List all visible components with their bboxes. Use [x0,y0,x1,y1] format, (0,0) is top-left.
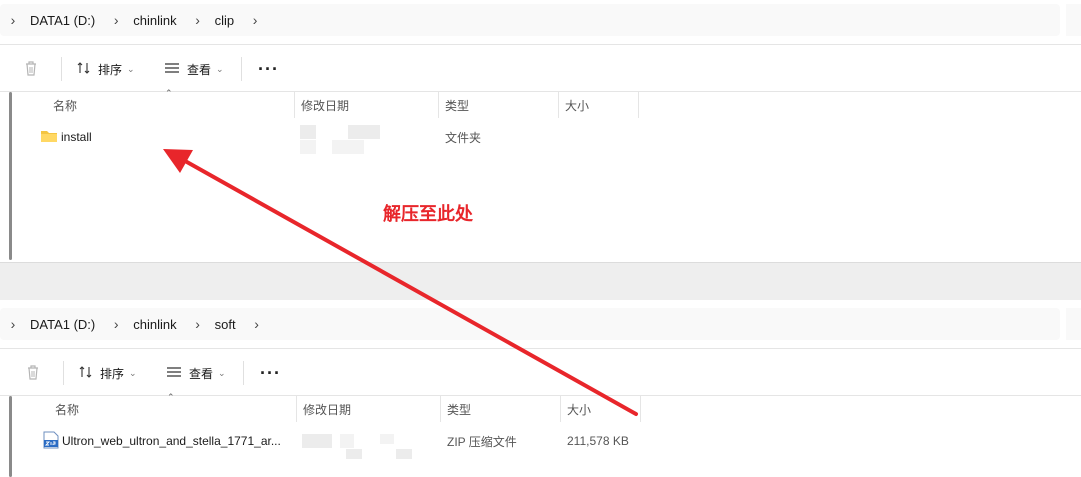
breadcrumb-item[interactable]: DATA1 (D:) [22,317,107,332]
chevron-right-icon[interactable]: › [189,316,207,332]
blurred-date [340,434,354,448]
more-icon: ··· [260,362,281,383]
column-header-size[interactable]: 大小 [567,396,637,422]
annotation-label: 解压至此处 [383,204,473,225]
column-label: 名称 [55,402,80,417]
file-name: install [61,130,92,144]
column-header-name[interactable]: 名称 [53,92,293,118]
column-header-modified[interactable]: 修改日期 [303,396,438,422]
chevron-right-icon[interactable]: › [246,12,264,28]
nav-pane-scrollbar[interactable] [9,92,12,260]
trash-icon [22,59,40,80]
column-header-type[interactable]: 类型 [445,92,555,118]
search-box-edge[interactable] [1066,308,1081,340]
column-divider[interactable] [560,396,561,422]
view-label: 查看 [187,62,212,77]
chevron-down-icon: ⌄ [127,63,135,74]
delete-button[interactable] [22,54,40,84]
view-list-icon [166,364,182,383]
sort-label: 排序 [98,62,123,77]
column-header-size[interactable]: 大小 [565,92,635,118]
breadcrumb-item[interactable]: clip [207,13,247,28]
column-header-modified[interactable]: 修改日期 [301,92,436,118]
divider [0,44,1081,45]
column-header-name[interactable]: 名称 [55,396,295,422]
file-type: 文件夹 [445,130,482,145]
blurred-date [300,140,316,154]
breadcrumb-item[interactable]: DATA1 (D:) [22,13,107,28]
chevron-right-icon[interactable]: › [248,316,266,332]
column-label: 类型 [447,402,472,417]
blurred-date [346,449,362,459]
chevron-right-icon[interactable]: › [4,316,22,332]
column-divider[interactable] [440,396,441,422]
search-box-edge[interactable] [1066,4,1081,36]
view-button[interactable]: 查看 ⌄ [164,54,224,84]
top-explorer-window: › DATA1 (D:) › chinlink › clip › 排序 ⌄ 查看… [0,0,1081,262]
chevron-down-icon: ⌄ [129,367,137,378]
column-label: 大小 [565,98,590,113]
column-divider[interactable] [438,92,439,118]
bottom-explorer-window: › DATA1 (D:) › chinlink › soft › 排序 ⌄ 查看… [0,300,1081,477]
column-label: 大小 [567,402,592,417]
file-type: ZIP 压缩文件 [447,434,517,449]
divider [241,57,242,81]
column-label: 类型 [445,98,470,113]
column-header-type[interactable]: 类型 [447,396,557,422]
sort-button[interactable]: 排序 ⌄ [76,54,135,84]
breadcrumb-item[interactable]: chinlink [125,317,188,332]
chevron-right-icon[interactable]: › [189,12,207,28]
blurred-date [380,434,394,444]
top-breadcrumb: › DATA1 (D:) › chinlink › clip › [0,4,264,36]
view-label: 查看 [189,366,214,381]
top-address-bar[interactable]: › DATA1 (D:) › chinlink › clip › [0,4,1081,36]
chevron-right-icon[interactable]: › [107,316,125,332]
file-name: Ultron_web_ultron_and_stella_1771_ar... [62,434,281,448]
bottom-command-bar: 排序 ⌄ 查看 ⌄ ··· [0,351,1081,395]
blurred-date [302,434,332,448]
divider [61,57,62,81]
sort-icon [76,60,92,79]
breadcrumb-item[interactable]: soft [207,317,248,332]
divider [243,361,244,385]
blurred-date [396,449,412,459]
delete-button[interactable] [24,358,42,388]
breadcrumb-item[interactable]: chinlink [125,13,188,28]
nav-pane-scrollbar[interactable] [9,396,12,477]
trash-icon [24,363,42,384]
column-label: 修改日期 [301,98,350,113]
bottom-address-bar[interactable]: › DATA1 (D:) › chinlink › soft › [0,308,1081,340]
divider [63,361,64,385]
chevron-right-icon[interactable]: › [107,12,125,28]
column-divider[interactable] [640,396,641,422]
blurred-date [332,140,364,154]
chevron-down-icon: ⌄ [216,63,224,74]
folder-icon [40,128,58,147]
sort-button[interactable]: 排序 ⌄ [78,358,137,388]
more-options-button[interactable]: ··· [258,54,279,84]
bottom-breadcrumb: › DATA1 (D:) › chinlink › soft › [0,308,266,340]
more-icon: ··· [258,58,279,79]
chevron-down-icon: ⌄ [218,367,226,378]
column-divider[interactable] [558,92,559,118]
top-command-bar: 排序 ⌄ 查看 ⌄ ··· [0,47,1081,91]
column-divider[interactable] [638,92,639,118]
column-label: 修改日期 [303,402,352,417]
sort-icon [78,364,94,383]
more-options-button[interactable]: ··· [260,358,281,388]
column-label: 名称 [53,98,78,113]
file-size: 211,578 KB [567,434,629,448]
column-divider[interactable] [294,92,295,118]
column-divider[interactable] [296,396,297,422]
sort-label: 排序 [100,366,125,381]
window-gap [0,262,1081,302]
divider [0,348,1081,349]
view-button[interactable]: 查看 ⌄ [166,358,226,388]
view-list-icon [164,60,180,79]
chevron-right-icon[interactable]: › [4,12,22,28]
file-row[interactable]: Ultron_web_ultron_and_stella_1771_ar... [43,430,293,452]
blurred-date [348,125,380,139]
blurred-date [300,125,316,139]
zip-icon [43,431,59,452]
